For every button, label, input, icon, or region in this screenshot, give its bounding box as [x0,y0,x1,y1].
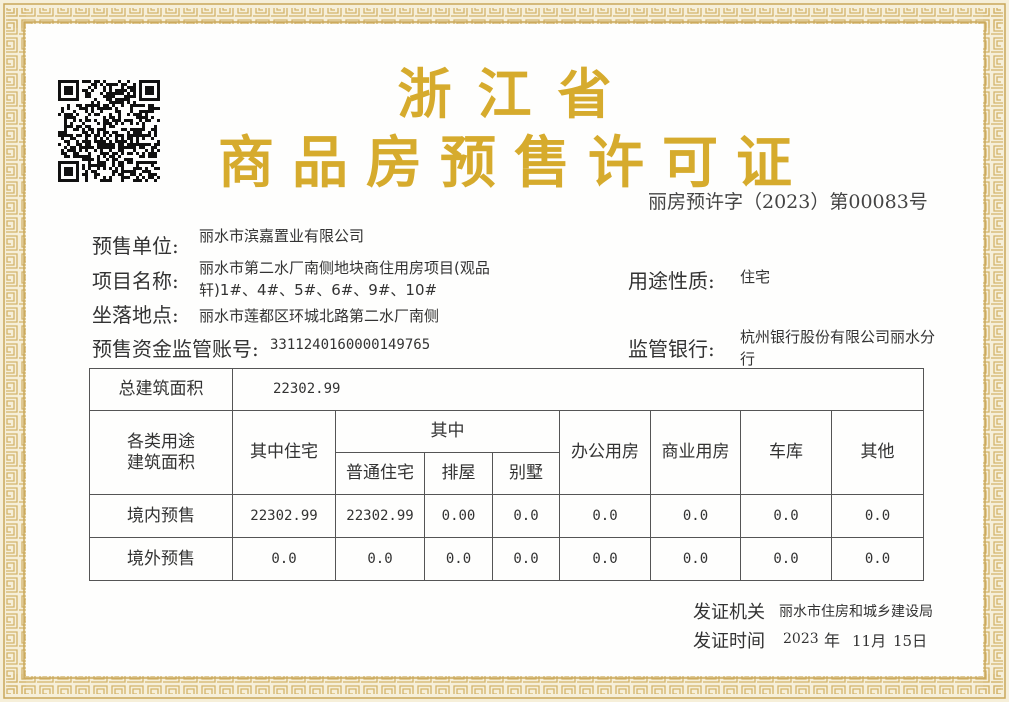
usage-label: 用途性质: [628,269,715,293]
of-which-header: 其中 [335,410,560,453]
account-label: 预售资金监管账号: [92,337,259,361]
residential-cell: 22302.99 [232,494,336,538]
ordinary-header: 普通住宅 [335,452,425,495]
row-label: 境内预售 [89,494,233,538]
other-header: 其他 [830,410,925,495]
area-table: 总建筑面积 22302.99 各类用途 建筑面积 其中住宅 其中 办公用房 商业… [89,368,925,581]
project-value-line1: 丽水市第二水厂南侧地块商住用房项目(观品 [199,259,490,277]
location-label: 坐落地点: [92,303,179,327]
bank-label: 监管银行: [628,337,715,361]
total-area-row: 总建筑面积 22302.99 [89,368,925,411]
villa-cell: 0.0 [492,537,560,581]
garage-cell: 0.0 [740,494,832,538]
category-label-line1: 各类用途 [127,432,195,453]
issuing-authority-value: 丽水市住房和城乡建设局 [779,604,933,620]
commercial-cell: 0.0 [650,537,741,581]
villa-header: 别墅 [492,452,560,495]
issuing-authority-label: 发证机关 [693,602,765,623]
residential-cell: 0.0 [232,537,336,581]
total-area-value: 22302.99 [231,368,925,411]
row-label: 境外预售 [89,537,233,581]
location-value: 丽水市莲都区环城北路第二水厂南侧 [199,307,440,325]
other-cell: 0.0 [830,494,925,538]
bank-value-line2: 行 [740,350,756,368]
bank-value-line1: 杭州银行股份有限公司丽水分 [740,328,936,346]
townhouse-cell: 0.00 [424,494,493,538]
issue-year: 2023 [783,631,819,647]
townhouse-cell: 0.0 [424,537,493,581]
certificate-number: 丽房预许字（2023）第00083号 [648,191,928,213]
category-header: 各类用途 建筑面积 [89,410,233,495]
garage-cell: 0.0 [740,537,832,581]
office-header: 办公用房 [559,410,651,495]
table-row: 境外预售 0.0 0.0 0.0 0.0 0.0 0.0 0.0 0.0 [89,537,925,581]
total-area-label: 总建筑面积 [89,368,233,411]
commercial-cell: 0.0 [650,494,741,538]
garage-header: 车库 [740,410,832,495]
usage-value: 住宅 [740,268,771,286]
issue-day: 15日 [893,632,928,650]
townhouse-header: 排屋 [424,452,493,495]
ordinary-cell: 0.0 [335,537,425,581]
commercial-header: 商业用房 [650,410,741,495]
seller-label: 预售单位: [92,234,179,258]
seller-value: 丽水市滨嘉置业有限公司 [199,227,365,245]
issue-date-label: 发证时间 [693,631,765,652]
ordinary-cell: 22302.99 [335,494,425,538]
category-label-line2: 建筑面积 [127,452,195,473]
issue-year-unit: 年 [824,631,841,650]
villa-cell: 0.0 [492,494,560,538]
residential-header: 其中住宅 [232,410,336,495]
table-row: 境内预售 22302.99 22302.99 0.00 0.0 0.0 0.0 … [89,494,925,538]
office-cell: 0.0 [559,537,651,581]
other-cell: 0.0 [830,537,925,581]
project-value-line2: 轩)1#、4#、5#、6#、9#、10# [199,281,438,299]
office-cell: 0.0 [559,494,651,538]
issue-month: 11月 [852,632,887,650]
account-value: 3311240160000149765 [270,337,431,353]
header-row: 各类用途 建筑面积 其中住宅 其中 办公用房 商业用房 车库 其他 [89,410,925,495]
project-label: 项目名称: [92,269,179,293]
